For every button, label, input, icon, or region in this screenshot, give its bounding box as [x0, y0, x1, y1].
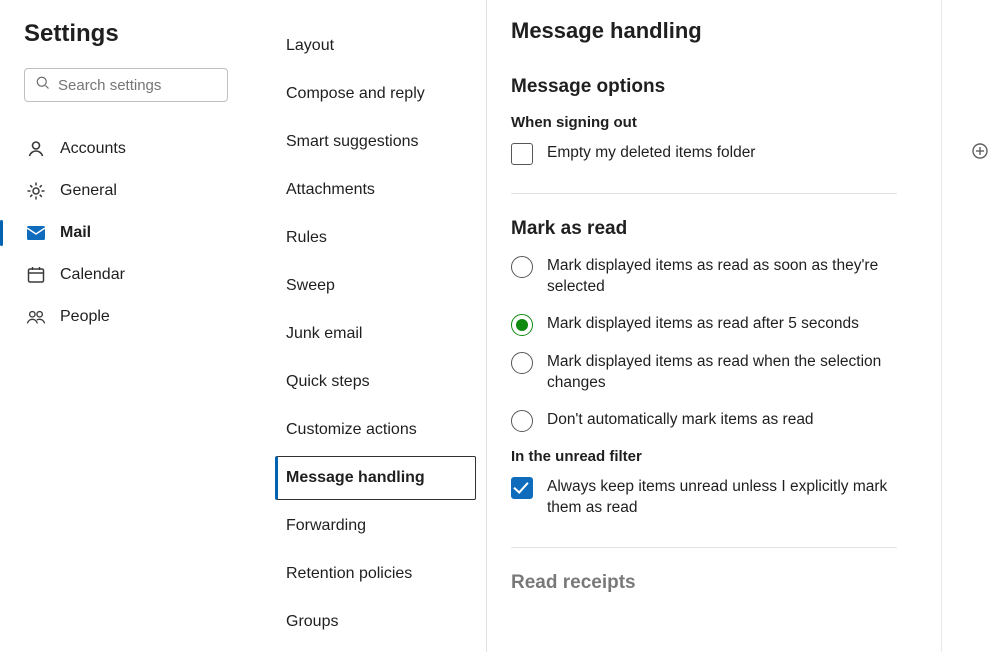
- checkbox-label: Empty my deleted items folder: [547, 143, 755, 164]
- subheading-unread-filter: In the unread filter: [511, 448, 897, 465]
- section-heading-read-receipts: Read receipts: [511, 572, 897, 594]
- section-heading-message-options: Message options: [511, 76, 897, 98]
- section-heading-mark-as-read: Mark as read: [511, 218, 897, 240]
- checkbox-keep-unread[interactable]: [511, 477, 533, 499]
- checkbox-label: Always keep items unread unless I explic…: [547, 477, 897, 519]
- sidebar-item-label: Calendar: [60, 266, 125, 284]
- subnav-item-customize-actions[interactable]: Customize actions: [275, 408, 476, 452]
- settings-detail-pane: Message handling Message options When si…: [487, 0, 941, 652]
- sidebar-item-calendar[interactable]: Calendar: [24, 254, 237, 296]
- add-icon[interactable]: [969, 140, 991, 162]
- subnav-item-attachments[interactable]: Attachments: [275, 168, 476, 212]
- subnav-item-rules[interactable]: Rules: [275, 216, 476, 260]
- sidebar-item-mail[interactable]: Mail: [24, 212, 237, 254]
- subnav-item-groups[interactable]: Groups: [275, 600, 476, 644]
- radio-label: Mark displayed items as read after 5 sec…: [547, 314, 859, 335]
- mail-subnav: LayoutCompose and replySmart suggestions…: [254, 0, 486, 652]
- subnav-item-quick-steps[interactable]: Quick steps: [275, 360, 476, 404]
- sidebar-item-label: People: [60, 308, 110, 326]
- mail-icon: [26, 223, 46, 243]
- search-settings[interactable]: [24, 68, 228, 102]
- radio-label: Mark displayed items as read as soon as …: [547, 256, 897, 298]
- sidebar-item-label: General: [60, 182, 117, 200]
- settings-scroll-region[interactable]: Message options When signing out Empty m…: [511, 76, 917, 636]
- subnav-item-junk-email[interactable]: Junk email: [275, 312, 476, 356]
- subnav-item-smart-suggestions[interactable]: Smart suggestions: [275, 120, 476, 164]
- radio-label: Mark displayed items as read when the se…: [547, 352, 897, 394]
- divider: [511, 547, 897, 548]
- subnav-item-message-handling[interactable]: Message handling: [275, 456, 476, 500]
- subnav-item-retention-policies[interactable]: Retention policies: [275, 552, 476, 596]
- people-icon: [26, 307, 46, 327]
- sidebar-item-label: Mail: [60, 224, 91, 242]
- right-gutter: [941, 0, 999, 652]
- search-input[interactable]: [58, 77, 257, 94]
- radio-mark-read-immediate[interactable]: [511, 256, 533, 278]
- search-icon: [35, 75, 50, 95]
- gear-icon: [26, 181, 46, 201]
- subnav-item-forwarding[interactable]: Forwarding: [275, 504, 476, 548]
- checkbox-empty-deleted[interactable]: [511, 143, 533, 165]
- page-title: Message handling: [511, 18, 917, 44]
- settings-title: Settings: [24, 20, 237, 48]
- sidebar-item-general[interactable]: General: [24, 170, 237, 212]
- sidebar-item-people[interactable]: People: [24, 296, 237, 338]
- sidebar-item-label: Accounts: [60, 140, 126, 158]
- sidebar-item-accounts[interactable]: Accounts: [24, 128, 237, 170]
- subnav-item-layout[interactable]: Layout: [275, 24, 476, 68]
- subnav-item-compose-and-reply[interactable]: Compose and reply: [275, 72, 476, 116]
- radio-mark-read-selection-change[interactable]: [511, 352, 533, 374]
- radio-mark-read-delay[interactable]: [511, 314, 533, 336]
- settings-sidebar: Settings Accounts General: [0, 0, 254, 652]
- radio-label: Don't automatically mark items as read: [547, 410, 814, 431]
- divider: [511, 193, 897, 194]
- subheading-signout: When signing out: [511, 114, 897, 131]
- radio-mark-read-never[interactable]: [511, 410, 533, 432]
- person-icon: [26, 139, 46, 159]
- subnav-item-sweep[interactable]: Sweep: [275, 264, 476, 308]
- calendar-icon: [26, 265, 46, 285]
